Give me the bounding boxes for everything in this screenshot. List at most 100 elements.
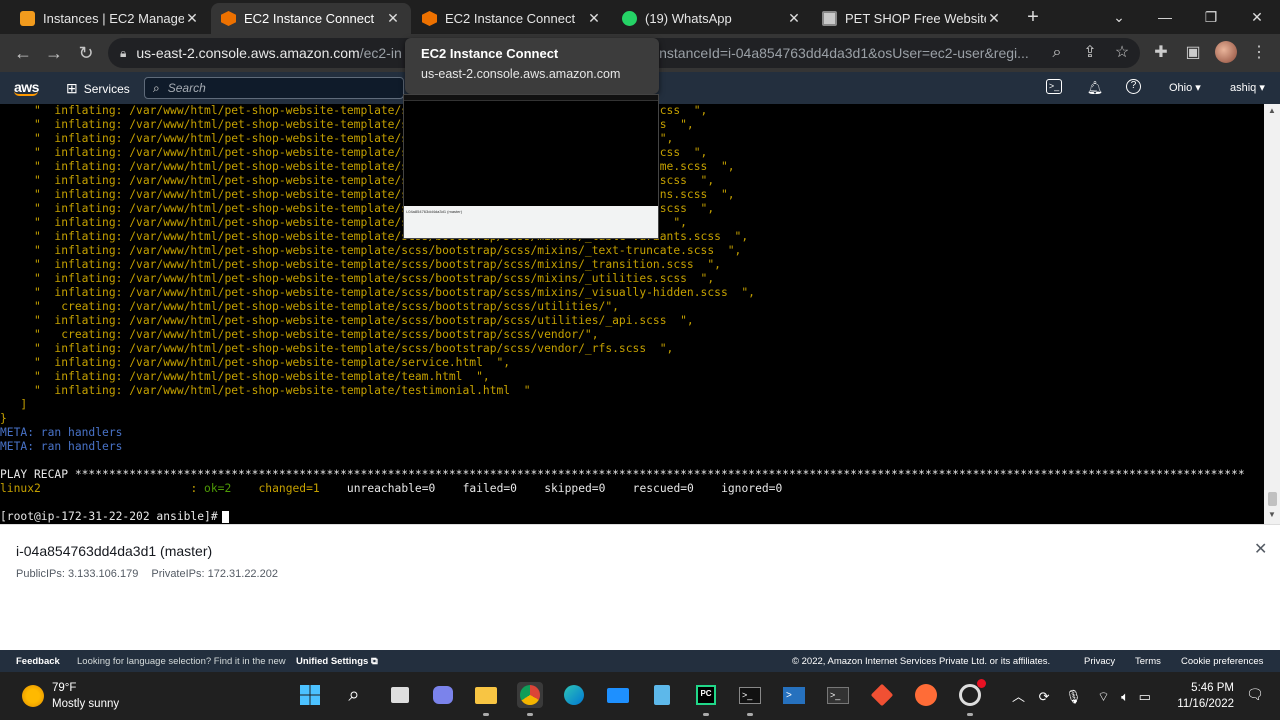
terminal-icon[interactable]: >_ (737, 682, 763, 716)
forward-icon[interactable]: → (41, 40, 67, 66)
instance-ips: PublicIPs: 3.133.106.179 PrivateIPs: 172… (16, 568, 288, 580)
terminal-line: " inflating: /var/www/html/pet-shop-webs… (0, 370, 490, 383)
url-host: us-east-2.console.aws.amazon.com (136, 45, 360, 61)
system-tray: ︿ ⟳ 🎙︎ ⌔ 🔈︎ ▭ (1012, 686, 1151, 705)
language-prompt: Looking for language selection? Find it … (77, 656, 286, 667)
wifi-icon[interactable]: ⌔ (1097, 689, 1109, 704)
feedback-link[interactable]: Feedback (16, 656, 60, 667)
search-icon[interactable]: ⌕ (341, 682, 367, 708)
account-menu[interactable]: ashiq ▾ (1230, 81, 1265, 94)
close-icon[interactable]: ✕ (986, 10, 1002, 27)
battery-icon[interactable]: ▭ (1139, 689, 1151, 704)
tab-pet-shop[interactable]: PET SHOP Free Website Te ✕ (812, 3, 1012, 34)
services-menu[interactable]: ⊞ Services (66, 80, 130, 97)
tab-ec2-instance-connect[interactable]: EC2 Instance Connect ✕ (412, 3, 612, 34)
bookmark-star-icon[interactable]: ☆ (1111, 42, 1133, 64)
aws-icon (20, 11, 35, 26)
hover-card-title: EC2 Instance Connect (421, 46, 559, 61)
cmd-icon[interactable]: >_ (825, 682, 851, 708)
back-icon[interactable]: ← (10, 40, 36, 66)
aws-logo[interactable]: aws (14, 79, 39, 96)
microphone-icon[interactable]: 🎙︎ (1065, 689, 1082, 704)
scroll-down-icon[interactable]: ▼ (1267, 510, 1277, 519)
close-icon[interactable]: ✕ (1254, 539, 1267, 559)
terminal-line: " inflating: /var/www/html/pet-shop-webs… (0, 272, 715, 285)
chrome-icon[interactable] (517, 682, 543, 716)
search-input[interactable]: ⌕ Search (144, 77, 404, 99)
external-link-icon: ⧉ (370, 656, 378, 667)
terminal-cursor (221, 511, 229, 523)
terminal-line: " inflating: /var/www/html/pet-shop-webs… (0, 384, 531, 397)
side-panel-icon[interactable]: ▣ (1182, 42, 1204, 64)
terminal-scrollbar[interactable]: ▲ ▼ (1264, 104, 1280, 524)
terminal-line: " inflating: /var/www/html/pet-shop-webs… (0, 342, 674, 355)
new-tab-button[interactable]: + (1010, 0, 1056, 34)
chevron-up-icon[interactable]: ︿ (1012, 689, 1025, 704)
avatar[interactable] (1215, 41, 1237, 63)
ec2-icon (422, 11, 437, 26)
scroll-up-icon[interactable]: ▲ (1267, 106, 1277, 115)
search-placeholder: Search (167, 81, 206, 95)
cloudshell-icon[interactable]: >_ (1046, 79, 1062, 94)
bell-icon[interactable]: 🔔︎ (1086, 79, 1104, 97)
shell-prompt[interactable]: [root@ip-172-31-22-202 ansible]# (0, 510, 229, 524)
recap-host: linux2 (0, 482, 41, 495)
weather-widget[interactable]: 79°F Mostly sunny (22, 680, 119, 712)
close-icon[interactable]: ✕ (586, 10, 602, 27)
weather-sun-icon (22, 685, 44, 707)
windows-taskbar: 79°F Mostly sunny ⌕ PC >_ > >_ ︿ ⟳ 🎙︎ ⌔ … (0, 672, 1280, 720)
pet-shop-icon (822, 11, 837, 26)
powershell-icon[interactable]: > (781, 682, 807, 708)
tab-instances[interactable]: Instances | EC2 Managem ✕ (10, 3, 210, 34)
pycharm-icon[interactable]: PC (693, 682, 719, 716)
tab-title: EC2 Instance Connect (445, 11, 576, 26)
help-icon[interactable]: ? (1126, 79, 1141, 94)
tab-ec2-instance-connect-active[interactable]: EC2 Instance Connect ✕ (211, 3, 411, 34)
terms-link[interactable]: Terms (1135, 656, 1161, 667)
aws-footer: Feedback Looking for language selection?… (0, 650, 1280, 672)
volume-icon[interactable]: 🔈︎ (1121, 689, 1129, 704)
instance-info-panel: i-04a854763dd4da3d1 (master) PublicIPs: … (0, 524, 1280, 650)
obs-icon[interactable] (957, 679, 986, 716)
region-selector[interactable]: Ohio ▾ (1169, 81, 1201, 94)
scrollbar-thumb[interactable] (1268, 492, 1277, 506)
tab-search-icon[interactable]: ⌄ (1096, 0, 1142, 34)
cookie-preferences-link[interactable]: Cookie preferences (1181, 656, 1263, 667)
menu-dots-icon[interactable]: ⋮ (1248, 42, 1270, 64)
zoom-icon[interactable]: ⌕ (1046, 42, 1068, 64)
terminal-line: " inflating: /var/www/html/pet-shop-webs… (0, 258, 721, 271)
postman-icon[interactable] (913, 682, 939, 708)
tab-whatsapp[interactable]: (19) WhatsApp ✕ (612, 3, 812, 34)
terminal-line: ] (0, 398, 28, 411)
notepad-icon[interactable] (649, 682, 675, 708)
minimize-icon[interactable]: — (1142, 0, 1188, 34)
git-icon[interactable] (869, 682, 895, 708)
privacy-link[interactable]: Privacy (1084, 656, 1115, 667)
recap-unreachable: unreachable=0 (346, 482, 436, 495)
tab-title: EC2 Instance Connect (244, 11, 375, 26)
extensions-icon[interactable]: ✚ (1150, 42, 1172, 64)
terminal-line: PLAY RECAP *****************************… (0, 468, 1245, 481)
close-icon[interactable]: ✕ (184, 10, 200, 27)
sync-icon[interactable]: ⟳ (1039, 689, 1050, 704)
window-close-icon[interactable]: ✕ (1234, 0, 1280, 34)
preview-instance-title: i-04a854763dd4da3d1 (master) (406, 209, 463, 214)
restore-icon[interactable]: ❐ (1188, 0, 1234, 34)
recap-skipped: skipped=0 (544, 482, 606, 495)
clock[interactable]: 5:46 PM 11/16/2022 (1176, 680, 1234, 712)
mail-icon[interactable] (605, 682, 631, 708)
teams-chat-icon[interactable] (430, 682, 456, 708)
reload-icon[interactable]: ↻ (73, 40, 99, 66)
windows-start-icon[interactable] (297, 682, 323, 708)
task-view-icon[interactable] (387, 682, 413, 708)
url-path: /ec2-in (359, 45, 402, 61)
terminal-line: " inflating: /var/www/html/pet-shop-webs… (0, 286, 755, 299)
close-icon[interactable]: ✕ (385, 10, 401, 27)
edge-icon[interactable] (561, 682, 587, 708)
notification-icon[interactable]: 🗨︎ (1246, 686, 1264, 703)
terminal-line: " inflating: /var/www/html/pet-shop-webs… (0, 244, 742, 257)
unified-settings-link[interactable]: Unified Settings ⧉ (296, 656, 378, 667)
share-icon[interactable]: ⇪ (1079, 42, 1101, 64)
file-explorer-icon[interactable] (473, 682, 499, 716)
close-icon[interactable]: ✕ (786, 10, 802, 27)
